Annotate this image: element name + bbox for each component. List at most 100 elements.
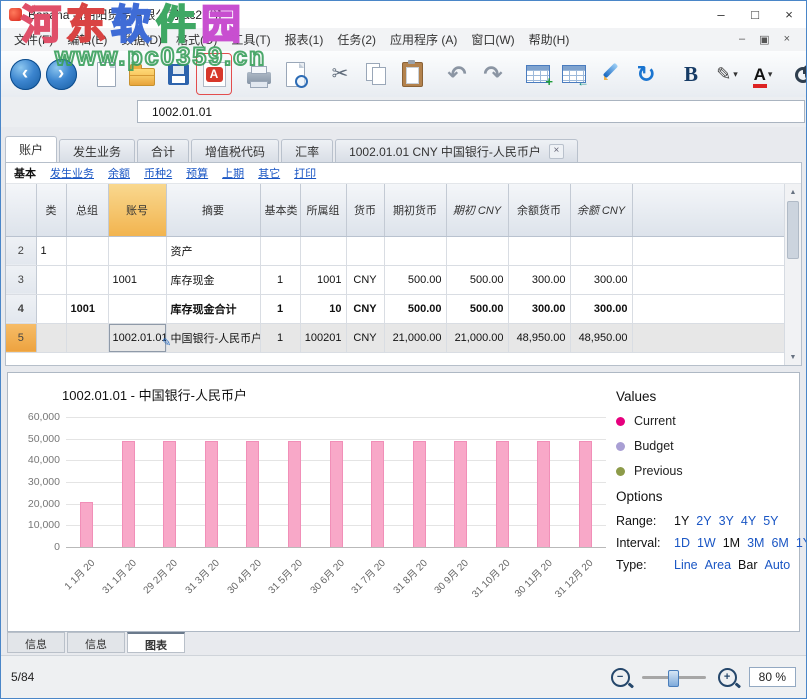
- table-extract-button[interactable]: ←: [557, 54, 591, 94]
- new-file-button[interactable]: [89, 54, 123, 94]
- bottom-tab[interactable]: 图表: [127, 632, 185, 653]
- bottom-tab[interactable]: 信息: [67, 632, 125, 653]
- cell[interactable]: 中国银行-人民币户: [166, 323, 260, 352]
- cell[interactable]: 1: [36, 236, 66, 265]
- menu-item[interactable]: 应用程序 (A): [383, 29, 464, 50]
- cell[interactable]: 500.00: [384, 265, 446, 294]
- column-header[interactable]: 总组: [66, 184, 108, 236]
- menu-item[interactable]: 窗口(W): [464, 29, 521, 50]
- zoom-level[interactable]: 80 %: [749, 667, 796, 687]
- cell[interactable]: 1002.01.01: [108, 323, 166, 352]
- cell[interactable]: [66, 323, 108, 352]
- cell[interactable]: [260, 236, 300, 265]
- option-link[interactable]: 6M: [771, 536, 788, 550]
- view-link[interactable]: 预算: [186, 165, 208, 181]
- column-header[interactable]: 期初 CNY: [446, 184, 508, 236]
- tab[interactable]: 增值税代码: [191, 139, 279, 162]
- column-header[interactable]: 所属组: [300, 184, 346, 236]
- row-number[interactable]: 3: [6, 265, 36, 294]
- option-link[interactable]: Bar: [738, 558, 757, 572]
- table-scrollbar[interactable]: ▲ ▼: [784, 184, 801, 365]
- print-button[interactable]: [242, 54, 276, 94]
- tab[interactable]: 1002.01.01 CNY 中国银行-人民币户×: [335, 139, 578, 162]
- mdi-minimize-button[interactable]: –: [739, 33, 745, 46]
- column-header[interactable]: 账号: [108, 184, 166, 236]
- menu-item[interactable]: 工具(T): [224, 29, 277, 50]
- cell[interactable]: 1: [260, 323, 300, 352]
- option-link[interactable]: 4Y: [741, 514, 756, 528]
- cell[interactable]: [36, 294, 66, 323]
- option-link[interactable]: 3Y: [719, 514, 734, 528]
- print-preview-button[interactable]: [278, 54, 312, 94]
- cell[interactable]: 1001: [66, 294, 108, 323]
- tab[interactable]: 账户: [5, 136, 57, 162]
- cell[interactable]: [384, 236, 446, 265]
- redo-button[interactable]: ↷: [476, 54, 510, 94]
- forward-button[interactable]: ›: [44, 54, 78, 94]
- view-link[interactable]: 打印: [294, 165, 316, 181]
- minimize-button[interactable]: –: [704, 1, 738, 28]
- cell[interactable]: [346, 236, 384, 265]
- row-number[interactable]: 2: [6, 236, 36, 265]
- mdi-close-button[interactable]: ×: [784, 33, 790, 46]
- tab[interactable]: 汇率: [281, 139, 333, 162]
- view-link[interactable]: 发生业务: [50, 165, 94, 181]
- option-link[interactable]: 1D: [674, 536, 690, 550]
- option-link[interactable]: Line: [674, 558, 698, 572]
- open-button[interactable]: [125, 54, 159, 94]
- pen-style-button[interactable]: ✎▾: [710, 54, 744, 94]
- cell[interactable]: 1001: [108, 265, 166, 294]
- cell[interactable]: 库存现金: [166, 265, 260, 294]
- view-link[interactable]: 其它: [258, 165, 280, 181]
- paste-button[interactable]: [395, 54, 429, 94]
- column-header[interactable]: 余额 CNY: [570, 184, 632, 236]
- menu-item[interactable]: 文件(F): [7, 29, 60, 50]
- menu-item[interactable]: 报表(1): [278, 29, 331, 50]
- close-button[interactable]: ×: [772, 1, 806, 28]
- cell[interactable]: 500.00: [384, 294, 446, 323]
- menu-item[interactable]: 帮助(H): [522, 29, 577, 50]
- row-number[interactable]: 4: [6, 294, 36, 323]
- view-link[interactable]: 上期: [222, 165, 244, 181]
- zoom-in-icon[interactable]: +: [718, 668, 737, 687]
- scroll-down-icon[interactable]: ▼: [785, 349, 801, 365]
- copy-button[interactable]: [359, 54, 393, 94]
- cell[interactable]: 48,950.00: [570, 323, 632, 352]
- cell[interactable]: [108, 294, 166, 323]
- cell[interactable]: 21,000.00: [384, 323, 446, 352]
- option-link[interactable]: 5Y: [763, 514, 778, 528]
- zoom-slider-handle[interactable]: [668, 670, 679, 687]
- cell[interactable]: 1: [260, 294, 300, 323]
- cut-button[interactable]: ✂: [323, 54, 357, 94]
- column-header[interactable]: 余额货币: [508, 184, 570, 236]
- zoom-out-icon[interactable]: −: [611, 668, 630, 687]
- table-row[interactable]: 21资产: [6, 236, 785, 265]
- refresh-button[interactable]: ↻: [629, 54, 663, 94]
- mdi-restore-button[interactable]: ▣: [759, 33, 769, 46]
- cell[interactable]: [300, 236, 346, 265]
- cell[interactable]: 500.00: [446, 265, 508, 294]
- table-add-button[interactable]: +: [521, 54, 555, 94]
- scroll-up-icon[interactable]: ▲: [785, 184, 801, 200]
- cell[interactable]: [108, 236, 166, 265]
- option-link[interactable]: 1W: [697, 536, 716, 550]
- cell[interactable]: CNY: [346, 265, 384, 294]
- cell[interactable]: CNY: [346, 294, 384, 323]
- cell[interactable]: 300.00: [508, 294, 570, 323]
- menu-item[interactable]: 格式(O): [169, 29, 224, 50]
- cell[interactable]: [66, 236, 108, 265]
- column-header[interactable]: 基本类: [260, 184, 300, 236]
- bottom-tab[interactable]: 信息: [7, 632, 65, 653]
- column-header[interactable]: 货币: [346, 184, 384, 236]
- recalculate-button[interactable]: [593, 54, 627, 94]
- font-color-button[interactable]: A▾: [746, 54, 780, 94]
- cell[interactable]: 10: [300, 294, 346, 323]
- tab[interactable]: 发生业务: [59, 139, 135, 162]
- maximize-button[interactable]: □: [738, 1, 772, 28]
- menu-item[interactable]: 数据(D): [114, 29, 169, 50]
- cell[interactable]: CNY: [346, 323, 384, 352]
- cell[interactable]: [446, 236, 508, 265]
- cell[interactable]: 300.00: [508, 265, 570, 294]
- cell[interactable]: 300.00: [570, 265, 632, 294]
- table-row[interactable]: 51002.01.01中国银行-人民币户1100201CNY21,000.002…: [6, 323, 785, 352]
